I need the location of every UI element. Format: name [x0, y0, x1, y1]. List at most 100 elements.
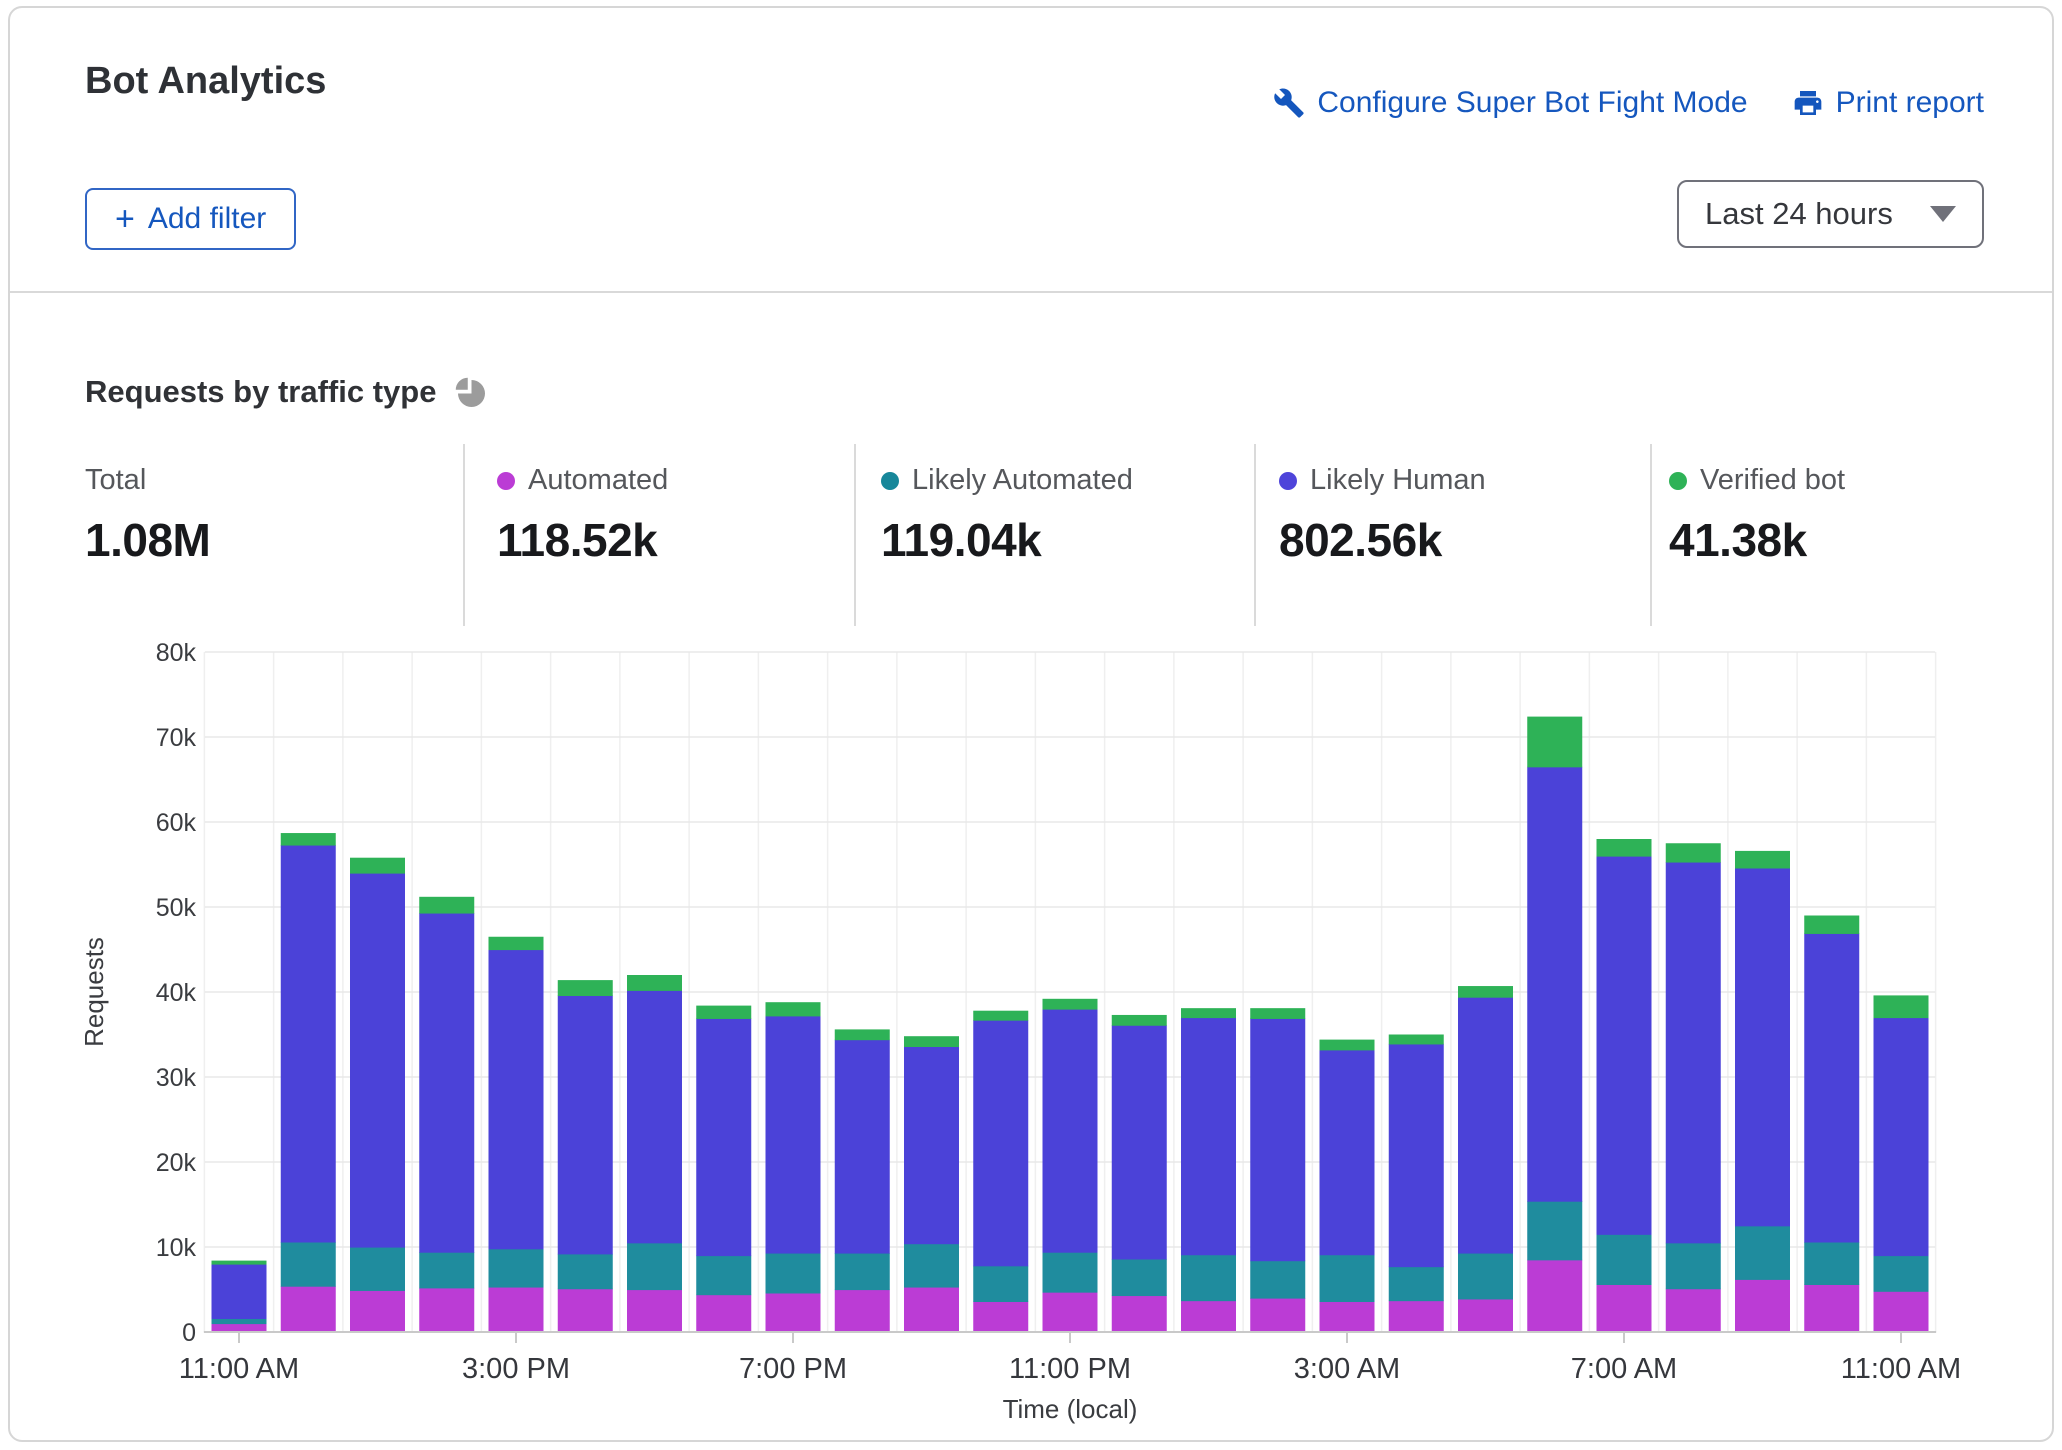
bar-segment-verified-bot[interactable] — [281, 833, 336, 846]
bar-segment-automated[interactable] — [350, 1290, 405, 1332]
bar-segment-verified-bot[interactable] — [696, 1006, 751, 1019]
bar-segment-likely-human[interactable] — [558, 995, 613, 1254]
bar-segment-likely-automated[interactable] — [1597, 1234, 1652, 1285]
bar-segment-likely-automated[interactable] — [1874, 1256, 1929, 1292]
bar-segment-likely-automated[interactable] — [835, 1253, 890, 1290]
bar-segment-verified-bot[interactable] — [419, 897, 474, 914]
bar-segment-likely-automated[interactable] — [1735, 1226, 1790, 1280]
bar-segment-automated[interactable] — [1458, 1299, 1513, 1333]
bar-segment-automated[interactable] — [1527, 1260, 1582, 1333]
bar-segment-verified-bot[interactable] — [1458, 986, 1513, 998]
bar-segment-verified-bot[interactable] — [1527, 717, 1582, 768]
bar-segment-verified-bot[interactable] — [766, 1002, 821, 1016]
bar-segment-automated[interactable] — [766, 1293, 821, 1333]
bar-segment-likely-automated[interactable] — [281, 1242, 336, 1287]
bar-segment-automated[interactable] — [1804, 1284, 1859, 1332]
bar-segment-likely-automated[interactable] — [696, 1256, 751, 1296]
bar-segment-likely-human[interactable] — [973, 1020, 1028, 1266]
bar-segment-verified-bot[interactable] — [1735, 851, 1790, 869]
bar-segment-verified-bot[interactable] — [1597, 839, 1652, 857]
bar-segment-verified-bot[interactable] — [1320, 1040, 1375, 1051]
bar-segment-likely-human[interactable] — [419, 913, 474, 1253]
bar-segment-likely-automated[interactable] — [212, 1318, 267, 1324]
bar-segment-automated[interactable] — [1389, 1301, 1444, 1333]
bar-segment-likely-human[interactable] — [212, 1264, 267, 1319]
bar-segment-likely-human[interactable] — [1527, 767, 1582, 1202]
bar-segment-likely-human[interactable] — [766, 1016, 821, 1254]
bar-segment-likely-automated[interactable] — [1043, 1252, 1098, 1293]
bar-segment-likely-human[interactable] — [1320, 1050, 1375, 1255]
bar-segment-automated[interactable] — [904, 1287, 959, 1333]
bar-segment-verified-bot[interactable] — [973, 1011, 1028, 1021]
bar-segment-likely-human[interactable] — [627, 990, 682, 1243]
bar-segment-verified-bot[interactable] — [350, 858, 405, 874]
bar-segment-verified-bot[interactable] — [1043, 999, 1098, 1010]
bar-segment-automated[interactable] — [1181, 1301, 1236, 1333]
bar-segment-likely-automated[interactable] — [973, 1266, 1028, 1302]
bar-segment-automated[interactable] — [1250, 1298, 1305, 1333]
bar-segment-likely-automated[interactable] — [1666, 1243, 1721, 1290]
bar-segment-automated[interactable] — [1320, 1301, 1375, 1332]
bar-segment-verified-bot[interactable] — [212, 1261, 267, 1265]
bar-segment-likely-human[interactable] — [1666, 862, 1721, 1243]
bar-segment-likely-automated[interactable] — [904, 1244, 959, 1288]
bar-segment-likely-automated[interactable] — [558, 1254, 613, 1289]
bar-segment-automated[interactable] — [1112, 1295, 1167, 1332]
bar-segment-likely-automated[interactable] — [1112, 1259, 1167, 1296]
bar-segment-verified-bot[interactable] — [835, 1029, 890, 1040]
bar-segment-likely-automated[interactable] — [1320, 1255, 1375, 1302]
bar-segment-automated[interactable] — [835, 1290, 890, 1333]
bar-segment-automated[interactable] — [1043, 1292, 1098, 1333]
bar-segment-likely-human[interactable] — [489, 950, 544, 1250]
bar-segment-verified-bot[interactable] — [1181, 1008, 1236, 1018]
bar-segment-likely-human[interactable] — [904, 1046, 959, 1244]
bar-segment-verified-bot[interactable] — [1804, 916, 1859, 934]
bar-segment-automated[interactable] — [419, 1288, 474, 1333]
bar-segment-verified-bot[interactable] — [558, 980, 613, 996]
bar-segment-likely-automated[interactable] — [1804, 1242, 1859, 1285]
bar-segment-likely-automated[interactable] — [766, 1253, 821, 1294]
bar-segment-likely-automated[interactable] — [1527, 1201, 1582, 1260]
bar-segment-likely-human[interactable] — [1250, 1018, 1305, 1261]
bar-segment-likely-automated[interactable] — [1389, 1267, 1444, 1302]
bar-segment-automated[interactable] — [627, 1290, 682, 1333]
bar-segment-automated[interactable] — [558, 1289, 613, 1333]
bar-segment-likely-human[interactable] — [1597, 856, 1652, 1235]
bar-segment-automated[interactable] — [1735, 1279, 1790, 1332]
bar-segment-likely-human[interactable] — [350, 873, 405, 1248]
bar-segment-likely-human[interactable] — [1112, 1025, 1167, 1259]
bar-segment-likely-human[interactable] — [1874, 1018, 1929, 1257]
bar-segment-automated[interactable] — [1666, 1289, 1721, 1333]
traffic-chart[interactable]: 010k20k30k40k50k60k70k80k11:00 AM3:00 PM… — [0, 0, 2062, 1450]
bar-segment-verified-bot[interactable] — [904, 1036, 959, 1047]
bar-segment-likely-human[interactable] — [835, 1040, 890, 1254]
bar-segment-likely-automated[interactable] — [419, 1252, 474, 1288]
bar-segment-likely-human[interactable] — [696, 1018, 751, 1256]
bar-segment-likely-human[interactable] — [1735, 868, 1790, 1226]
bar-segment-likely-human[interactable] — [1458, 997, 1513, 1253]
bar-segment-likely-automated[interactable] — [627, 1243, 682, 1290]
bar-segment-likely-automated[interactable] — [1458, 1253, 1513, 1300]
bar-segment-likely-automated[interactable] — [489, 1249, 544, 1288]
bar-segment-likely-human[interactable] — [281, 845, 336, 1243]
bar-segment-likely-human[interactable] — [1804, 933, 1859, 1242]
bar-segment-verified-bot[interactable] — [1389, 1035, 1444, 1045]
bar-segment-likely-automated[interactable] — [1250, 1261, 1305, 1299]
bar-segment-verified-bot[interactable] — [489, 937, 544, 950]
bar-segment-verified-bot[interactable] — [627, 975, 682, 991]
bar-segment-verified-bot[interactable] — [1250, 1008, 1305, 1019]
bar-segment-automated[interactable] — [973, 1301, 1028, 1332]
bar-segment-automated[interactable] — [489, 1287, 544, 1333]
bar-segment-likely-human[interactable] — [1043, 1009, 1098, 1253]
bar-segment-automated[interactable] — [696, 1295, 751, 1333]
bar-segment-verified-bot[interactable] — [1874, 995, 1929, 1018]
bar-segment-likely-automated[interactable] — [1181, 1255, 1236, 1302]
bar-segment-automated[interactable] — [281, 1286, 336, 1333]
bar-segment-verified-bot[interactable] — [1112, 1015, 1167, 1026]
bar-segment-likely-human[interactable] — [1181, 1018, 1236, 1256]
bar-segment-automated[interactable] — [1874, 1291, 1929, 1332]
bar-segment-likely-human[interactable] — [1389, 1044, 1444, 1267]
bar-segment-likely-automated[interactable] — [350, 1247, 405, 1291]
bar-segment-automated[interactable] — [1597, 1284, 1652, 1332]
bar-segment-verified-bot[interactable] — [1666, 843, 1721, 862]
